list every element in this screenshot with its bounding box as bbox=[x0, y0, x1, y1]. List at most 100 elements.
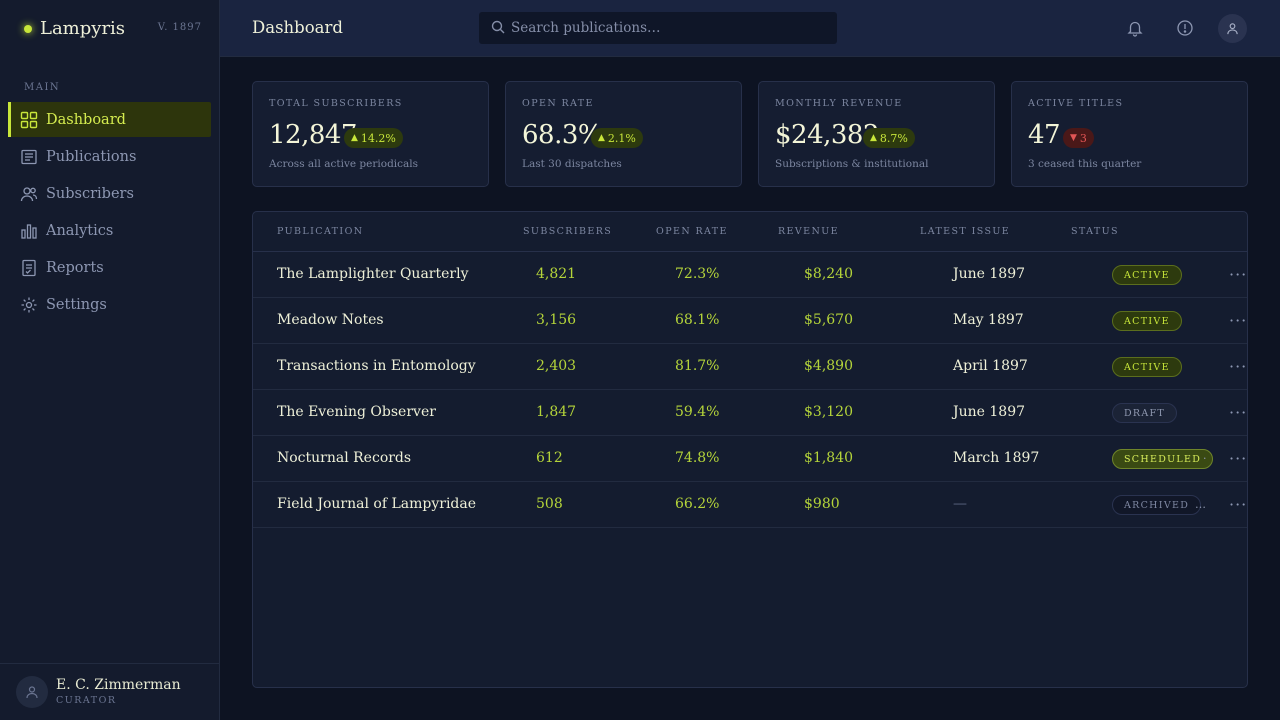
revenue: $3,120 bbox=[804, 404, 853, 420]
brand[interactable]: Lampyris bbox=[24, 18, 125, 39]
arrow-up-icon: ▲ bbox=[870, 133, 877, 143]
nav-section-label: MAIN bbox=[24, 82, 61, 93]
stat-delta: 8.7% bbox=[879, 131, 908, 145]
column-header-latest-issue[interactable]: LATEST ISSUE bbox=[920, 226, 1010, 237]
more-options-icon[interactable]: ··· bbox=[1229, 357, 1247, 376]
arrow-up-icon: ▲ bbox=[598, 133, 605, 143]
sidebar-item-settings[interactable]: Settings bbox=[8, 287, 211, 322]
column-header-status[interactable]: STATUS bbox=[1071, 226, 1119, 237]
stat-label: TOTAL SUBSCRIBERS bbox=[269, 98, 403, 109]
stat-label: MONTHLY REVENUE bbox=[775, 98, 903, 109]
subscriber-count: 1,847 bbox=[536, 404, 577, 420]
column-header-open-rate[interactable]: OPEN RATE bbox=[656, 226, 728, 237]
user-menu-button[interactable] bbox=[1218, 14, 1247, 43]
publication-name: Meadow Notes bbox=[277, 312, 384, 328]
arrow-up-icon: ▲ bbox=[351, 133, 358, 143]
page-title: Dashboard bbox=[252, 18, 343, 37]
table-row[interactable]: The Lamplighter Quarterly 4,821 72.3% $8… bbox=[253, 252, 1247, 298]
latest-issue: April 1897 bbox=[953, 358, 1028, 374]
search-input[interactable] bbox=[511, 20, 831, 36]
user-profile[interactable]: E. C. Zimmerman CURATOR bbox=[0, 663, 219, 720]
more-options-icon[interactable]: ··· bbox=[1229, 495, 1247, 514]
status-badge: ACTIVE bbox=[1112, 265, 1182, 285]
bell-icon[interactable] bbox=[1123, 16, 1147, 40]
sidebar-item-subscribers[interactable]: Subscribers bbox=[8, 176, 211, 211]
stat-card-open-rate: OPEN RATE 68.3% ▲ 2.1% Last 30 dispatches bbox=[505, 81, 742, 187]
table-row[interactable]: The Evening Observer 1,847 59.4% $3,120 … bbox=[253, 390, 1247, 436]
status-badge: SCHEDULED bbox=[1112, 449, 1214, 469]
subscriber-count: 2,403 bbox=[536, 358, 577, 374]
sidebar-item-label: Dashboard bbox=[46, 111, 126, 128]
table-row[interactable]: Transactions in Entomology 2,403 81.7% $… bbox=[253, 344, 1247, 390]
sidebar-item-label: Settings bbox=[46, 296, 107, 313]
sidebar-item-label: Publications bbox=[46, 148, 137, 165]
user-icon bbox=[26, 686, 38, 699]
table-header: PUBLICATION SUBSCRIBERS OPEN RATE REVENU… bbox=[253, 212, 1247, 252]
search-bar[interactable] bbox=[479, 12, 837, 44]
revenue: $1,840 bbox=[804, 450, 853, 466]
sidebar-item-analytics[interactable]: Analytics bbox=[8, 213, 211, 248]
more-options-icon[interactable]: ··· bbox=[1229, 311, 1247, 330]
newspaper-icon bbox=[20, 148, 38, 166]
column-header-subscribers[interactable]: SUBSCRIBERS bbox=[523, 226, 612, 237]
revenue: $5,670 bbox=[804, 312, 853, 328]
more-options-icon[interactable]: ··· bbox=[1229, 449, 1247, 468]
open-rate: 72.3% bbox=[675, 266, 720, 282]
status-badge: DRAFT bbox=[1112, 403, 1178, 423]
stat-delta-badge: ▲ 8.7% bbox=[863, 128, 915, 148]
more-options-icon[interactable]: ··· bbox=[1229, 265, 1247, 284]
more-options-icon[interactable]: ··· bbox=[1229, 403, 1247, 422]
subscriber-count: 612 bbox=[536, 450, 563, 466]
overflow-indicator: · bbox=[1203, 452, 1207, 465]
stat-subtext: 3 ceased this quarter bbox=[1028, 158, 1142, 170]
sidebar-item-label: Analytics bbox=[46, 222, 114, 239]
publication-name: Field Journal of Lampyridae bbox=[277, 496, 477, 512]
stat-delta-badge: ▼ 3 bbox=[1063, 128, 1094, 148]
user-name: E. C. Zimmerman bbox=[56, 677, 181, 693]
search-icon bbox=[491, 19, 505, 38]
stat-delta-badge: ▲ 2.1% bbox=[591, 128, 643, 148]
stat-subtext: Across all active periodicals bbox=[269, 158, 419, 170]
firefly-logo-icon bbox=[24, 24, 32, 33]
latest-issue: June 1897 bbox=[953, 266, 1026, 282]
stat-card-active-titles: ACTIVE TITLES 47 ▼ 3 3 ceased this quarte… bbox=[1011, 81, 1248, 187]
publication-name: The Lamplighter Quarterly bbox=[277, 266, 469, 282]
latest-issue: June 1897 bbox=[953, 404, 1026, 420]
stat-label: OPEN RATE bbox=[522, 98, 594, 109]
alert-icon[interactable] bbox=[1173, 16, 1197, 40]
users-icon bbox=[20, 185, 38, 203]
revenue: $980 bbox=[804, 496, 840, 512]
open-rate: 81.7% bbox=[675, 358, 720, 374]
stat-card-revenue: MONTHLY REVENUE $24,382 ▲ 8.7% Subscripti… bbox=[758, 81, 995, 187]
stat-card-subscribers: TOTAL SUBSCRIBERS 12,847 ▲ 14.2% Across a… bbox=[252, 81, 489, 187]
table-row[interactable]: Field Journal of Lampyridae 508 66.2% $9… bbox=[253, 482, 1247, 528]
stat-delta-badge: ▲ 14.2% bbox=[344, 128, 403, 148]
open-rate: 66.2% bbox=[675, 496, 720, 512]
sidebar-nav: Dashboard Publications Subscribers Analy… bbox=[8, 102, 211, 324]
revenue: $8,240 bbox=[804, 266, 853, 282]
stat-label: ACTIVE TITLES bbox=[1028, 98, 1124, 109]
report-icon bbox=[20, 259, 38, 277]
stat-subtext: Subscriptions & institutional bbox=[775, 158, 929, 170]
stat-value: 47 bbox=[1028, 120, 1061, 150]
status-badge: ACTIVE bbox=[1112, 311, 1182, 331]
sidebar-item-dashboard[interactable]: Dashboard bbox=[8, 102, 211, 137]
sidebar-item-publications[interactable]: Publications bbox=[8, 139, 211, 174]
revenue: $4,890 bbox=[804, 358, 853, 374]
table-row[interactable]: Meadow Notes 3,156 68.1% $5,670 May 1897… bbox=[253, 298, 1247, 344]
publication-name: Transactions in Entomology bbox=[277, 358, 476, 374]
open-rate: 74.8% bbox=[675, 450, 720, 466]
table-row[interactable]: Nocturnal Records 612 74.8% $1,840 March… bbox=[253, 436, 1247, 482]
sidebar-item-reports[interactable]: Reports bbox=[8, 250, 211, 285]
brand-name: Lampyris bbox=[40, 18, 126, 39]
app-version: V. 1897 bbox=[157, 22, 202, 33]
column-header-publication[interactable]: PUBLICATION bbox=[277, 226, 363, 237]
top-header: Dashboard bbox=[220, 0, 1280, 57]
subscriber-count: 4,821 bbox=[536, 266, 577, 282]
stat-subtext: Last 30 dispatches bbox=[522, 158, 622, 170]
stat-delta: 2.1% bbox=[607, 131, 636, 145]
user-icon bbox=[1227, 23, 1238, 35]
gear-icon bbox=[20, 296, 38, 314]
column-header-revenue[interactable]: REVENUE bbox=[778, 226, 839, 237]
publications-table: PUBLICATION SUBSCRIBERS OPEN RATE REVENU… bbox=[252, 211, 1248, 688]
